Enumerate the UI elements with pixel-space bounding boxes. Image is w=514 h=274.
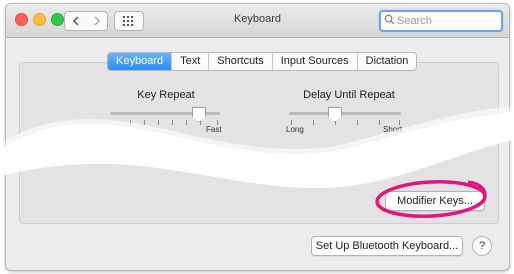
screenshot-annotations xyxy=(0,106,514,218)
highlight-circle xyxy=(375,180,487,218)
